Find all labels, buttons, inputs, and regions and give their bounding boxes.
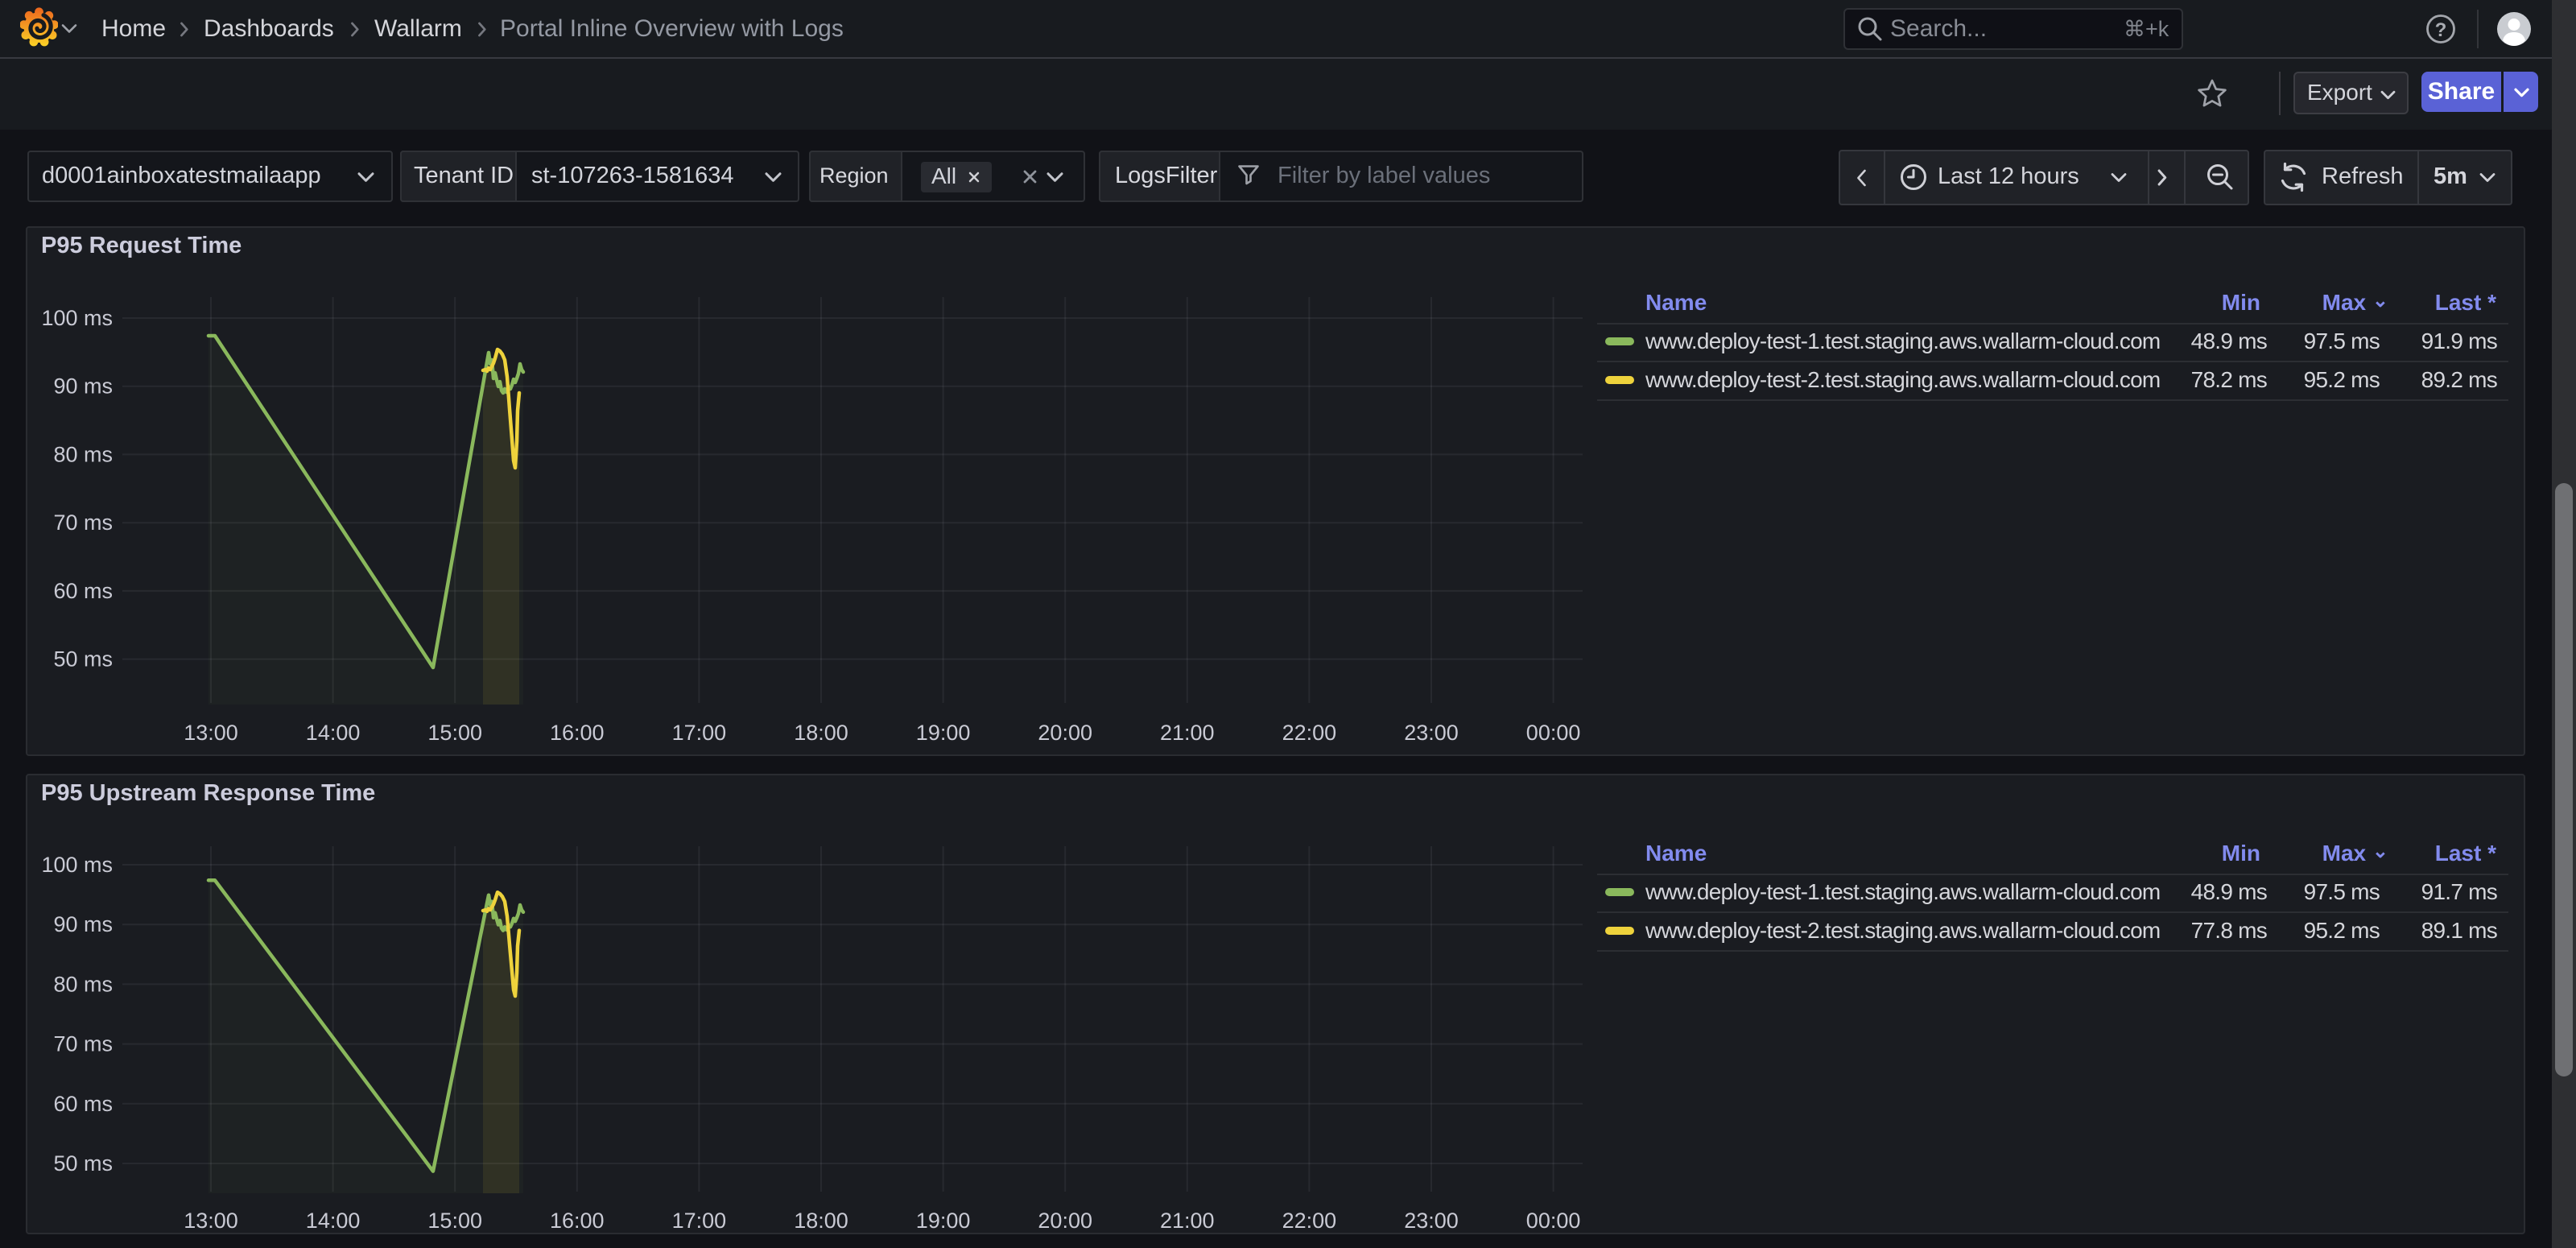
svg-text:20:00: 20:00 [1038, 721, 1092, 745]
svg-text:70 ms: 70 ms [53, 510, 113, 535]
svg-text:80 ms: 80 ms [53, 442, 113, 466]
svg-text:13:00: 13:00 [184, 1209, 238, 1233]
svg-text:13:00: 13:00 [184, 721, 238, 745]
svg-text:18:00: 18:00 [794, 721, 848, 745]
svg-text:17:00: 17:00 [672, 1209, 727, 1233]
svg-text:19:00: 19:00 [916, 721, 971, 745]
svg-text:20:00: 20:00 [1038, 1209, 1092, 1233]
svg-text:90 ms: 90 ms [53, 374, 113, 399]
svg-text:16:00: 16:00 [550, 721, 605, 745]
svg-text:15:00: 15:00 [427, 721, 482, 745]
svg-text:60 ms: 60 ms [53, 579, 113, 603]
svg-text:60 ms: 60 ms [53, 1092, 113, 1116]
svg-text:23:00: 23:00 [1404, 1209, 1459, 1233]
svg-text:00:00: 00:00 [1526, 1209, 1581, 1233]
svg-text:70 ms: 70 ms [53, 1032, 113, 1056]
svg-text:17:00: 17:00 [672, 721, 727, 745]
svg-text:00:00: 00:00 [1526, 721, 1581, 745]
svg-text:90 ms: 90 ms [53, 912, 113, 936]
svg-text:14:00: 14:00 [306, 721, 361, 745]
svg-text:80 ms: 80 ms [53, 972, 113, 996]
svg-text:19:00: 19:00 [916, 1209, 971, 1233]
svg-text:100 ms: 100 ms [41, 853, 113, 877]
svg-text:15:00: 15:00 [427, 1209, 482, 1233]
svg-text:22:00: 22:00 [1282, 1209, 1337, 1233]
svg-text:100 ms: 100 ms [41, 306, 113, 330]
svg-text:22:00: 22:00 [1282, 721, 1337, 745]
svg-text:21:00: 21:00 [1160, 721, 1215, 745]
svg-text:21:00: 21:00 [1160, 1209, 1215, 1233]
svg-text:14:00: 14:00 [306, 1209, 361, 1233]
svg-text:23:00: 23:00 [1404, 721, 1459, 745]
svg-text:16:00: 16:00 [550, 1209, 605, 1233]
svg-text:50 ms: 50 ms [53, 647, 113, 672]
svg-text:50 ms: 50 ms [53, 1151, 113, 1176]
svg-text:18:00: 18:00 [794, 1209, 848, 1233]
